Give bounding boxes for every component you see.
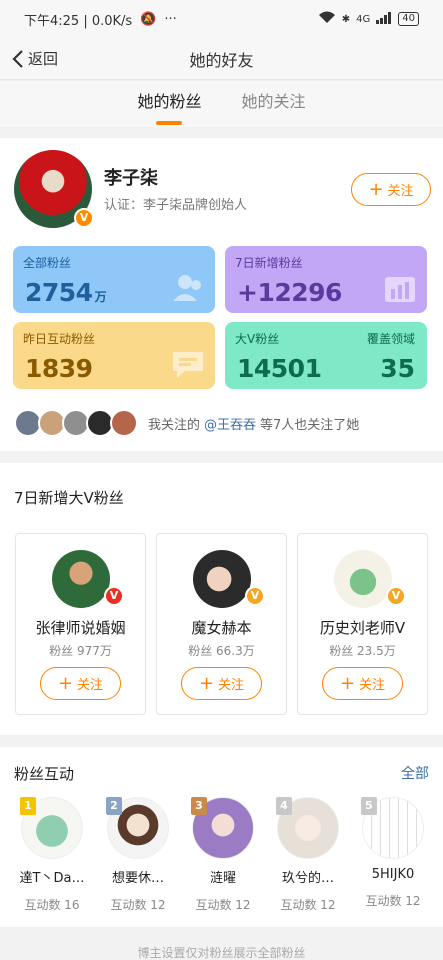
plus-icon: + — [198, 672, 215, 694]
see-all-link[interactable]: 全部 — [401, 763, 429, 783]
plus-icon: + — [57, 672, 74, 694]
bigv-fans: 粉丝 977万 — [49, 644, 112, 658]
section-title: 粉丝互动 — [14, 765, 75, 783]
rank-badge: 3 — [191, 797, 207, 815]
mute-icon: 🔕 — [140, 11, 157, 27]
fan-name: 玖兮的… — [281, 871, 334, 886]
bigv-name: 魔女赫本 — [191, 619, 252, 637]
nav-bar: 返回 她的好友 — [0, 38, 443, 80]
fan-item[interactable]: 3 涟曜 互动数 12 — [187, 797, 259, 913]
stat-value: 14501 — [237, 354, 322, 383]
stat-value: 1839 — [25, 354, 93, 383]
stat-label: 全部粉丝 — [23, 256, 72, 270]
tab-her-fans[interactable]: 她的粉丝 — [137, 81, 202, 127]
fan-name: 達T丶Da… — [19, 871, 85, 886]
verified-v-icon: V — [104, 586, 124, 606]
stat-all-fans[interactable]: 全部粉丝 2754 万 — [13, 246, 215, 313]
avatar — [110, 409, 138, 437]
stat-label: 7日新增粉丝 — [235, 256, 303, 270]
avatar — [193, 550, 251, 608]
verified-v-icon: V — [245, 586, 265, 606]
wifi-icon — [318, 11, 336, 27]
fan-count: 互动数 12 — [110, 898, 166, 912]
stat-label: 昨日互动粉丝 — [23, 332, 96, 346]
bigv-card[interactable]: V 魔女赫本 粉丝 66.3万 + 关注 — [156, 533, 287, 715]
fan-interaction-section: 粉丝互动 全部 1 達T丶Da… 互动数 16 2 想要休… 互动数 12 3 … — [0, 747, 443, 927]
bigv-name: 张律师说婚姻 — [35, 619, 126, 637]
bluetooth-icon: ✱ — [341, 13, 351, 25]
stat-interact-yesterday[interactable]: 昨日互动粉丝 1839 — [13, 322, 215, 389]
bigv-card[interactable]: V 张律师说婚姻 粉丝 977万 + 关注 — [15, 533, 146, 715]
bigv-name: 历史刘老师V — [319, 619, 406, 637]
fan-count: 互动数 12 — [195, 898, 251, 912]
avatar — [52, 550, 110, 608]
new-bigv-section: 7日新增大V粉丝 V 张律师说婚姻 粉丝 977万 + 关注 V 魔女赫本 粉丝 … — [0, 463, 443, 735]
mutual-text: 我关注的 @王吞吞 等7人也关注了她 — [148, 417, 360, 433]
fan-item[interactable]: 4 玖兮的… 互动数 12 — [272, 797, 344, 913]
more-dots: ··· — [164, 11, 177, 27]
follow-button[interactable]: + 关注 — [322, 667, 403, 700]
rank-badge: 1 — [20, 797, 36, 815]
chevron-left-icon — [12, 49, 23, 68]
follow-button[interactable]: + 关注 — [181, 667, 262, 700]
section-title: 7日新增大V粉丝 — [14, 489, 124, 507]
battery-icon: 40 — [398, 12, 419, 26]
verified-v-icon: V — [386, 586, 406, 606]
fan-name: 想要休… — [111, 871, 164, 886]
plus-icon: + — [339, 672, 356, 694]
fan-item[interactable]: 5 5HIJK0 互动数 12 — [357, 797, 429, 909]
follow-label: 关注 — [387, 184, 414, 199]
mutual-follow-row[interactable]: 我关注的 @王吞吞 等7人也关注了她 — [14, 409, 359, 437]
profile-cert: 认证：李子柒品牌创始人 — [104, 198, 248, 213]
page-title: 她的好友 — [189, 50, 254, 70]
bigv-card[interactable]: V 历史刘老师V 粉丝 23.5万 + 关注 — [297, 533, 428, 715]
plus-icon: + — [368, 178, 384, 200]
stat-label-domain: 覆盖领域 — [366, 332, 415, 346]
fan-count: 互动数 16 — [24, 898, 80, 912]
rank-badge: 2 — [106, 797, 122, 815]
fan-name: 5HIJK0 — [371, 867, 415, 882]
back-button[interactable]: 返回 — [0, 48, 58, 69]
tab-her-following[interactable]: 她的关注 — [242, 81, 306, 127]
stat-big-v-fans[interactable]: 大V粉丝 14501 覆盖领域 35 — [225, 322, 427, 389]
fan-count: 互动数 12 — [365, 894, 421, 908]
fan-item[interactable]: 2 想要休… 互动数 12 — [102, 797, 174, 913]
footer-note: 博主设置仅对粉丝展示全部粉丝 — [137, 946, 306, 960]
people-icon — [173, 275, 201, 301]
rank-badge: 5 — [361, 797, 377, 815]
calendar-chart-icon — [385, 277, 415, 302]
back-label: 返回 — [28, 50, 59, 68]
comment-icon — [173, 352, 203, 378]
status-bar: 下午4:25 | 0.0K/s 🔕 ··· ✱ 4G 40 — [0, 0, 443, 38]
stat-new-7day[interactable]: 7日新增粉丝 +12296 — [225, 246, 427, 313]
signal-icon — [376, 11, 392, 27]
fan-item[interactable]: 1 達T丶Da… 互动数 16 — [16, 797, 88, 913]
tab-bar: 她的粉丝 她的关注 — [0, 81, 443, 127]
signal-label: 4G — [356, 13, 371, 25]
fan-name: 涟曜 — [209, 871, 236, 886]
bigv-fans: 粉丝 66.3万 — [188, 644, 255, 658]
follow-button[interactable]: + 关注 — [40, 667, 121, 700]
follow-button[interactable]: + 关注 — [351, 173, 431, 206]
verified-v-icon: V — [74, 208, 94, 228]
rank-badge: 4 — [276, 797, 292, 815]
stat-value-domain: 35 — [380, 354, 415, 383]
profile-avatar[interactable]: V — [14, 150, 94, 228]
avatar — [334, 550, 392, 608]
fan-count: 互动数 12 — [280, 898, 336, 912]
profile-name[interactable]: 李子柒 — [104, 164, 158, 190]
mutual-user-link[interactable]: @王吞吞 — [204, 418, 256, 433]
bigv-fans: 粉丝 23.5万 — [329, 644, 396, 658]
stat-value: 2754 万 — [25, 278, 107, 307]
profile-card: V 李子柒 认证：李子柒品牌创始人 + 关注 全部粉丝 2754 万 7日新增粉丝… — [0, 138, 443, 451]
stat-value: +12296 — [237, 278, 342, 307]
status-time: 下午4:25 | 0.0K/s — [24, 13, 133, 29]
